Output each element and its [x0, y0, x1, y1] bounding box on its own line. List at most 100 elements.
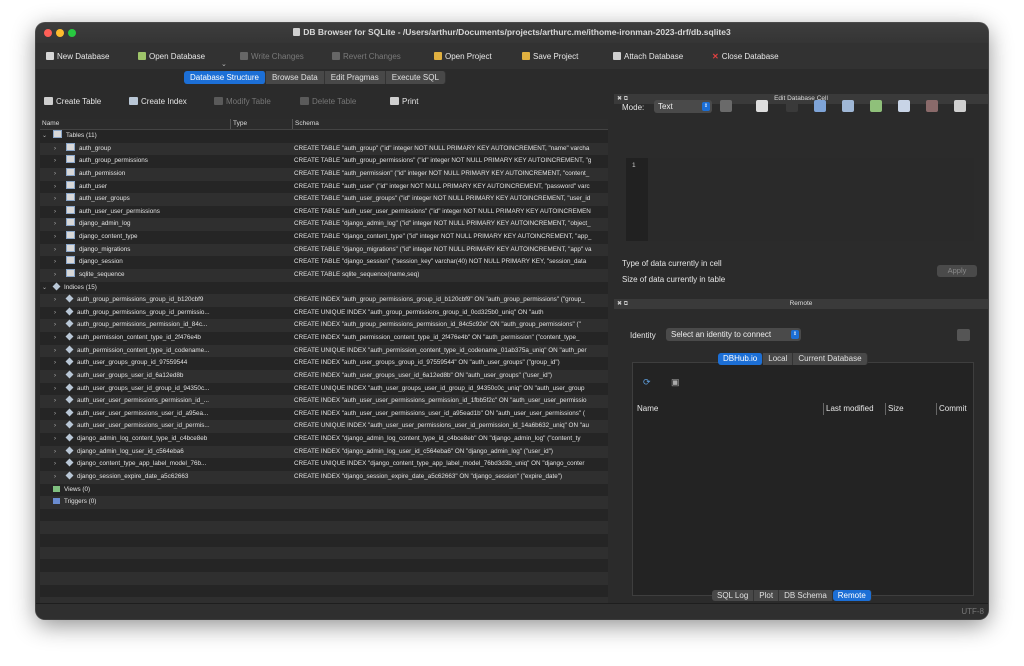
column-name-header[interactable]: Name: [42, 119, 59, 129]
tab-execute-sql[interactable]: Execute SQL: [385, 71, 446, 84]
open-database-button[interactable]: Open Database: [138, 51, 205, 63]
cell-editor-text-area[interactable]: [648, 158, 974, 241]
triggers-group[interactable]: Triggers (0): [40, 496, 608, 509]
dock-tab-sql-log[interactable]: SQL Log: [712, 590, 755, 601]
save-project-button[interactable]: Save Project: [522, 51, 578, 63]
write-changes-button[interactable]: Write Changes: [240, 51, 304, 63]
chevron-right-icon[interactable]: ›: [54, 370, 56, 383]
revert-changes-button[interactable]: Revert Changes: [332, 51, 401, 63]
remote-tab-local[interactable]: Local: [763, 353, 794, 365]
dock-tab-remote[interactable]: Remote: [832, 590, 872, 601]
table-row[interactable]: › django_content_type CREATE TABLE "django…: [40, 231, 608, 244]
chevron-right-icon[interactable]: ›: [54, 244, 56, 257]
index-row[interactable]: › auth_user_user_permissions_user_id_perm…: [40, 420, 608, 433]
index-row[interactable]: › auth_permission_content_type_id_2f476e4…: [40, 332, 608, 345]
chevron-right-icon[interactable]: ›: [54, 332, 56, 345]
chevron-right-icon[interactable]: ›: [54, 143, 56, 156]
table-row[interactable]: › auth_user CREATE TABLE "auth_user" ("id"…: [40, 180, 608, 194]
table-row[interactable]: › auth_user_user_permissions CREATE TABLE …: [40, 205, 608, 219]
index-row[interactable]: › django_content_type_app_label_model_76b…: [40, 458, 608, 471]
chevron-right-icon[interactable]: ›: [54, 383, 56, 396]
index-row[interactable]: › auth_permission_content_type_id_codenam…: [40, 344, 608, 358]
remote-column-name[interactable]: Name: [637, 403, 658, 415]
chevron-right-icon[interactable]: ›: [54, 345, 56, 358]
index-row[interactable]: › auth_user_groups_user_id_6a12ed8b CREATE…: [40, 369, 608, 383]
remote-column-size[interactable]: Size: [885, 403, 904, 415]
index-row[interactable]: › django_admin_log_user_id_c564eba6 CREATE…: [40, 445, 608, 459]
chevron-right-icon[interactable]: ›: [54, 458, 56, 471]
chevron-right-icon[interactable]: ›: [54, 193, 56, 206]
chevron-right-icon[interactable]: ›: [54, 206, 56, 219]
close-database-button[interactable]: ✕ Close Database: [712, 51, 779, 63]
identity-select[interactable]: Select an identity to connect ⇕: [666, 328, 801, 341]
delete-table-button[interactable]: Delete Table: [300, 97, 356, 106]
table-row[interactable]: › django_migrations CREATE TABLE "django_m…: [40, 243, 608, 257]
word-wrap-icon[interactable]: [756, 100, 768, 112]
chevron-right-icon[interactable]: ›: [54, 446, 56, 459]
dock-tab-plot[interactable]: Plot: [754, 590, 780, 601]
table-row[interactable]: › django_admin_log CREATE TABLE "django_ad…: [40, 218, 608, 231]
index-row[interactable]: › auth_group_permissions_group_id_b120cbf…: [40, 294, 608, 307]
chevron-down-icon[interactable]: ⌄: [42, 282, 47, 295]
open-project-button[interactable]: Open Project: [434, 51, 492, 63]
chevron-down-icon[interactable]: ⌄: [42, 130, 47, 143]
open-database-dropdown-icon[interactable]: ⌄: [221, 60, 227, 68]
chevron-right-icon[interactable]: ›: [54, 181, 56, 194]
import-icon[interactable]: [814, 100, 826, 112]
remote-dock-close-float-icon[interactable]: ✖ ⧉: [617, 299, 628, 309]
tab-database-structure[interactable]: Database Structure: [184, 71, 266, 84]
identity-manage-button[interactable]: [957, 329, 970, 341]
index-row[interactable]: › auth_user_user_permissions_user_id_a95e…: [40, 408, 608, 421]
index-row[interactable]: › auth_user_user_permissions_permission_i…: [40, 395, 608, 408]
dock-tab-db-schema[interactable]: DB Schema: [779, 590, 833, 601]
modify-table-button[interactable]: Modify Table: [214, 97, 271, 106]
index-row[interactable]: › auth_user_groups_user_id_group_id_94350…: [40, 383, 608, 396]
export-icon[interactable]: [842, 100, 854, 112]
print-button[interactable]: Print: [390, 97, 418, 106]
cell-editor[interactable]: 1: [626, 158, 974, 241]
chevron-right-icon[interactable]: ›: [54, 433, 56, 446]
index-row[interactable]: › auth_group_permissions_permission_id_84…: [40, 319, 608, 332]
chevron-right-icon[interactable]: ›: [54, 420, 56, 433]
index-row[interactable]: › django_session_expire_date_a5c62663 CREA…: [40, 470, 608, 484]
chevron-right-icon[interactable]: ›: [54, 319, 56, 332]
attach-database-button[interactable]: Attach Database: [613, 51, 683, 63]
tab-edit-pragmas[interactable]: Edit Pragmas: [324, 71, 386, 84]
chevron-right-icon[interactable]: ›: [54, 471, 56, 484]
create-index-button[interactable]: Create Index: [129, 97, 187, 106]
index-row[interactable]: › auth_user_groups_group_id_97559544 CREAT…: [40, 357, 608, 370]
chevron-right-icon[interactable]: ›: [54, 218, 56, 231]
chevron-right-icon[interactable]: ›: [54, 395, 56, 408]
index-row[interactable]: › django_admin_log_content_type_id_c4bce8…: [40, 433, 608, 446]
new-database-button[interactable]: New Database: [46, 51, 109, 63]
chevron-right-icon[interactable]: ›: [54, 408, 56, 421]
index-row[interactable]: › auth_group_permissions_group_id_permiss…: [40, 307, 608, 320]
remote-column-last-modified[interactable]: Last modified: [823, 403, 874, 415]
image-icon[interactable]: [898, 100, 910, 112]
table-row[interactable]: › auth_group_permissions CREATE TABLE "aut…: [40, 155, 608, 168]
schema-tree[interactable]: Name Type Schema ⌄ Tables (11) › auth_group…: [40, 119, 608, 617]
column-type-header[interactable]: Type: [230, 119, 247, 129]
print-cell-icon[interactable]: [954, 100, 966, 112]
chevron-right-icon[interactable]: ›: [54, 168, 56, 181]
table-row[interactable]: › sqlite_sequence CREATE TABLE sqlite_sequ…: [40, 268, 608, 282]
clear-icon[interactable]: [926, 100, 938, 112]
create-table-button[interactable]: Create Table: [44, 97, 101, 106]
tab-browse-data[interactable]: Browse Data: [265, 71, 325, 84]
table-row[interactable]: › auth_permission CREATE TABLE "auth_permi…: [40, 167, 608, 181]
table-row[interactable]: › auth_user_groups CREATE TABLE "auth_user…: [40, 193, 608, 206]
views-group[interactable]: Views (0): [40, 484, 608, 497]
table-row[interactable]: › auth_group CREATE TABLE "auth_group" ("i…: [40, 142, 608, 156]
remote-tab-current-database[interactable]: Current Database: [793, 353, 868, 365]
mode-select[interactable]: Text ⇕: [654, 100, 712, 113]
indices-group[interactable]: ⌄ Indices (15): [40, 282, 608, 295]
column-schema-header[interactable]: Schema: [292, 119, 319, 129]
table-row[interactable]: › django_session CREATE TABLE "django_sess…: [40, 256, 608, 269]
chevron-right-icon[interactable]: ›: [54, 357, 56, 370]
chevron-right-icon[interactable]: ›: [54, 269, 56, 282]
clone-database-icon[interactable]: ▣: [671, 377, 680, 388]
apply-button[interactable]: Apply: [937, 265, 977, 277]
chevron-right-icon[interactable]: ›: [54, 256, 56, 269]
chevron-right-icon[interactable]: ›: [54, 307, 56, 320]
remote-tab-dbhub[interactable]: DBHub.io: [718, 353, 764, 365]
